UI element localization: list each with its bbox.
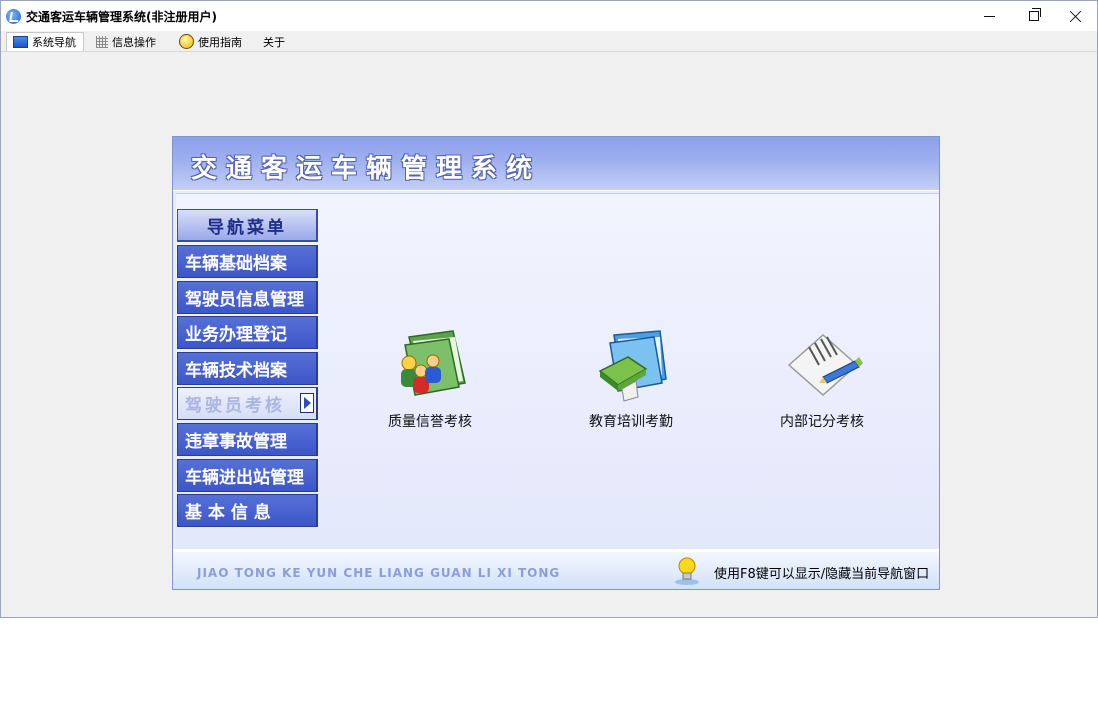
function-education-training[interactable]: 教育培训考勤	[571, 325, 691, 431]
nav-item-label: 车辆技术档案	[185, 360, 287, 381]
arrow-right-icon	[300, 393, 314, 414]
nav-item-label: 车辆基础档案	[185, 254, 287, 274]
grid-icon	[96, 35, 108, 48]
tab-label: 系统导航	[32, 36, 76, 49]
panel-title: 交通客运车辆管理系统	[191, 154, 542, 184]
function-internal-scoring[interactable]: 内部记分考核	[762, 325, 882, 431]
nav-item-vehicle-basic-archive[interactable]: 车辆基础档案	[177, 245, 318, 278]
tab-user-guide[interactable]: 使用指南	[173, 32, 253, 51]
footer-pinyin: JIAO TONG KE YUN CHE LIANG GUAN LI XI TO…	[197, 566, 561, 580]
guide-icon	[179, 34, 194, 49]
nav-item-violation-accident[interactable]: 违章事故管理	[177, 422, 318, 456]
tab-label: 信息操作	[112, 35, 156, 49]
app-logo-icon	[6, 9, 21, 24]
folder-book-icon	[588, 325, 674, 405]
restore-button[interactable]	[1011, 1, 1057, 31]
nav-item-label: 违章事故管理	[185, 431, 287, 452]
function-quality-credit[interactable]: 质量信誉考核	[370, 325, 490, 431]
document-pen-icon	[779, 325, 865, 405]
function-label: 教育培训考勤	[589, 414, 673, 430]
nav-item-basic-info[interactable]: 基 本 信 息	[177, 494, 318, 528]
restore-icon	[1029, 8, 1041, 21]
nav-item-label: 业务办理登记	[185, 325, 287, 346]
monitor-icon	[13, 36, 28, 48]
tab-bar: 系统导航 信息操作 使用指南 关于	[1, 31, 1097, 52]
close-icon	[1070, 10, 1082, 22]
window-title: 交通客运车辆管理系统(非注册用户)	[26, 10, 217, 24]
tab-label: 关于	[263, 35, 285, 49]
nav-item-label: 车辆进出站管理	[185, 467, 304, 488]
app-window: 交通客运车辆管理系统(非注册用户) 系统导航 信息操作 使用指南 关于 交通客运…	[0, 0, 1098, 618]
panel-header: 交通客运车辆管理系统	[173, 137, 939, 191]
nav-menu: 导航菜单 车辆基础档案 驾驶员信息管理 业务办理登记 车辆技术档案 驾驶员考核 …	[177, 209, 318, 530]
nav-item-label: 驾驶员信息管理	[185, 289, 304, 310]
nav-item-vehicle-technical-archive[interactable]: 车辆技术档案	[177, 351, 318, 385]
nav-item-label: 驾驶员考核	[185, 396, 285, 417]
minimize-icon	[983, 15, 995, 17]
nav-item-driver-info[interactable]: 驾驶员信息管理	[177, 280, 318, 314]
navigation-panel: 交通客运车辆管理系统 导航菜单 车辆基础档案 驾驶员信息管理 业务办理登记 车辆…	[172, 136, 940, 590]
tab-label: 使用指南	[198, 35, 242, 49]
tab-system-nav[interactable]: 系统导航	[6, 32, 84, 51]
title-bar[interactable]: 交通客运车辆管理系统(非注册用户)	[1, 1, 1097, 31]
minimize-button[interactable]	[966, 1, 1012, 31]
folder-people-icon	[387, 325, 473, 405]
lightbulb-icon	[673, 556, 701, 586]
nav-menu-header: 导航菜单	[177, 209, 318, 242]
nav-item-vehicle-station-entry[interactable]: 车辆进出站管理	[177, 458, 318, 492]
function-label: 内部记分考核	[780, 414, 864, 430]
close-button[interactable]	[1053, 1, 1098, 31]
function-label: 质量信誉考核	[388, 414, 472, 430]
footer-hint: 使用F8键可以显示/隐藏当前导航窗口	[714, 567, 930, 582]
panel-footer: JIAO TONG KE YUN CHE LIANG GUAN LI XI TO…	[173, 549, 939, 589]
nav-item-driver-assessment[interactable]: 驾驶员考核	[177, 387, 318, 421]
nav-item-label: 基 本 信 息	[185, 503, 271, 524]
nav-item-business-registration[interactable]: 业务办理登记	[177, 316, 318, 350]
tab-about[interactable]: 关于	[257, 32, 295, 51]
tab-info-operations[interactable]: 信息操作	[90, 32, 170, 51]
